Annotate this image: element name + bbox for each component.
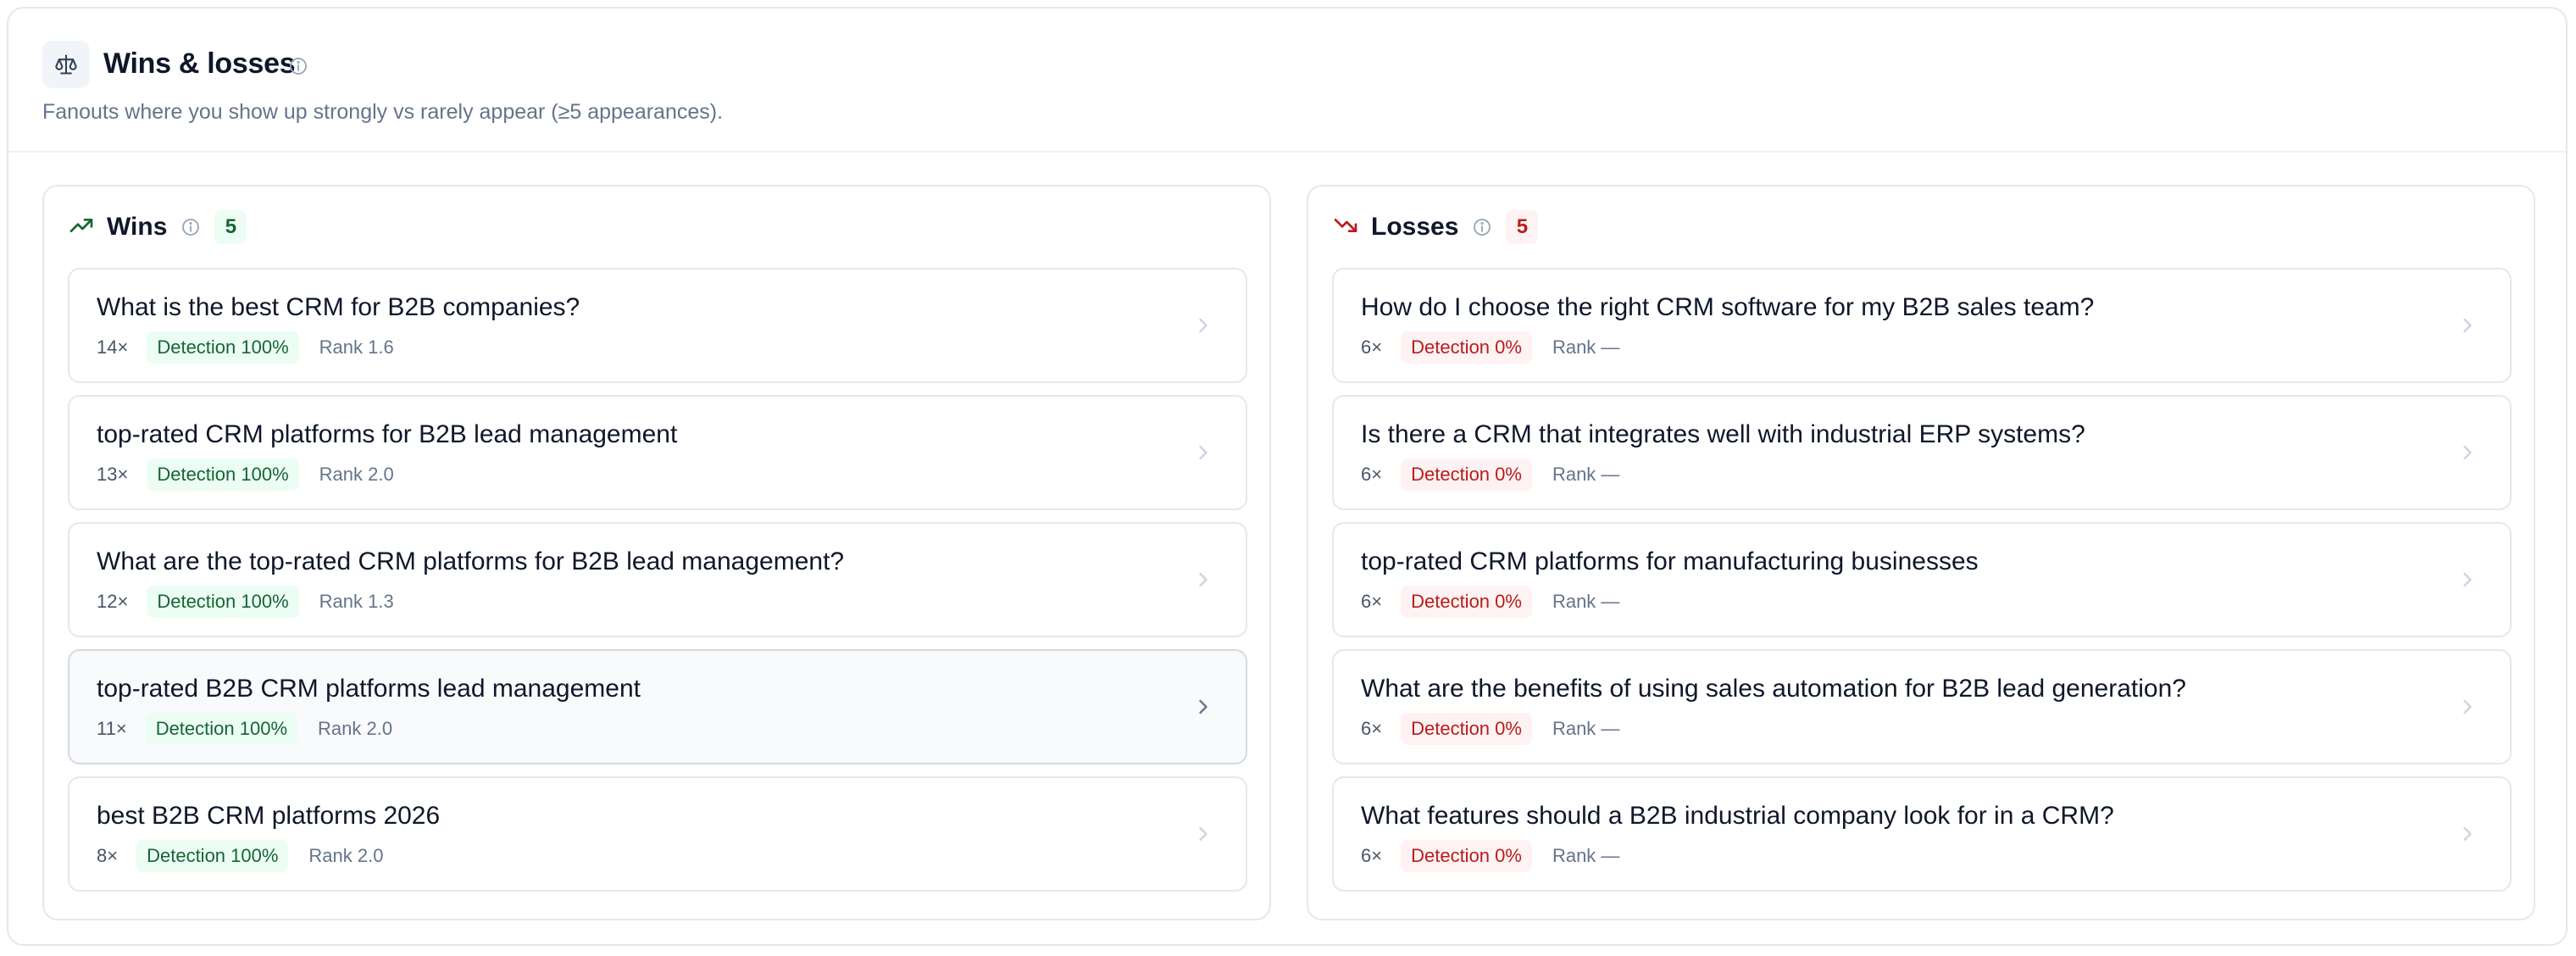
wins-panel-header: Wins 5 bbox=[68, 210, 247, 244]
rank-value: Rank — bbox=[1552, 845, 1620, 866]
fanout-question: top-rated CRM platforms for manufacturin… bbox=[1361, 547, 1979, 575]
item-meta: 14× Detection 100% Rank 1.6 bbox=[97, 331, 394, 364]
rank-value: Rank 2.0 bbox=[318, 718, 393, 739]
detection-badge: Detection 100% bbox=[147, 586, 299, 618]
item-meta: 11× Detection 100% Rank 2.0 bbox=[97, 712, 392, 746]
item-meta: 6× Detection 0% Rank — bbox=[1361, 712, 1619, 746]
appearance-count: 14× bbox=[97, 336, 129, 358]
wins-list-item[interactable]: best B2B CRM platforms 2026 8× Detection… bbox=[68, 776, 1247, 892]
losses-list-item[interactable]: Is there a CRM that integrates well with… bbox=[1332, 395, 2512, 510]
item-meta: 6× Detection 0% Rank — bbox=[1361, 839, 1619, 873]
scale-icon bbox=[42, 41, 90, 88]
detection-badge: Detection 0% bbox=[1401, 586, 1532, 618]
chevron-right-icon bbox=[1199, 572, 1208, 587]
chevron-right-icon bbox=[2463, 572, 2472, 587]
fanout-question: How do I choose the right CRM software f… bbox=[1361, 293, 2095, 321]
chevron-right-icon bbox=[1199, 318, 1208, 333]
appearance-count: 6× bbox=[1361, 845, 1383, 866]
losses-panel: Losses 5 How do I choose the right CRM s… bbox=[1307, 185, 2535, 920]
rank-value: Rank — bbox=[1552, 718, 1620, 739]
info-icon[interactable] bbox=[288, 56, 308, 81]
fanout-question: What features should a B2B industrial co… bbox=[1361, 802, 2114, 830]
appearance-count: 6× bbox=[1361, 464, 1383, 485]
rank-value: Rank 2.0 bbox=[319, 464, 394, 485]
wins-title: Wins bbox=[107, 213, 168, 241]
detection-badge: Detection 0% bbox=[1401, 459, 1532, 491]
item-meta: 12× Detection 100% Rank 1.3 bbox=[97, 585, 394, 619]
detection-badge: Detection 0% bbox=[1401, 840, 1532, 872]
wins-panel: Wins 5 What is the best CRM for B2B comp… bbox=[42, 185, 1271, 920]
chevron-right-icon bbox=[2463, 445, 2472, 460]
losses-panel-header: Losses 5 bbox=[1332, 210, 1539, 244]
appearance-count: 6× bbox=[1361, 591, 1383, 612]
wins-count-badge: 5 bbox=[214, 210, 247, 244]
info-icon[interactable] bbox=[1472, 217, 1492, 237]
detection-badge: Detection 100% bbox=[147, 459, 299, 491]
chevron-right-icon bbox=[1199, 699, 1208, 714]
fanout-question: top-rated CRM platforms for B2B lead man… bbox=[97, 420, 678, 448]
fanout-question: What are the top-rated CRM platforms for… bbox=[97, 547, 845, 575]
appearance-count: 13× bbox=[97, 464, 129, 485]
item-meta: 6× Detection 0% Rank — bbox=[1361, 331, 1619, 364]
item-meta: 8× Detection 100% Rank 2.0 bbox=[97, 839, 383, 873]
wins-list-item[interactable]: top-rated CRM platforms for B2B lead man… bbox=[68, 395, 1247, 510]
detection-badge: Detection 100% bbox=[136, 840, 289, 872]
page-title: Wins & losses bbox=[103, 47, 296, 80]
rank-value: Rank — bbox=[1552, 336, 1620, 358]
page-subtitle: Fanouts where you show up strongly vs ra… bbox=[42, 100, 724, 124]
chevron-right-icon bbox=[2463, 699, 2472, 714]
appearance-count: 12× bbox=[97, 591, 129, 612]
rank-value: Rank — bbox=[1552, 591, 1620, 612]
fanout-question: top-rated B2B CRM platforms lead managem… bbox=[97, 675, 641, 703]
chevron-right-icon bbox=[2463, 318, 2472, 333]
losses-title: Losses bbox=[1371, 213, 1459, 241]
appearance-count: 6× bbox=[1361, 718, 1383, 739]
item-meta: 13× Detection 100% Rank 2.0 bbox=[97, 458, 394, 492]
rank-value: Rank 1.3 bbox=[319, 591, 394, 612]
wins-losses-card: Wins & losses Fanouts where you show up … bbox=[7, 7, 2568, 946]
fanout-question: What is the best CRM for B2B companies? bbox=[97, 293, 580, 321]
fanout-question: best B2B CRM platforms 2026 bbox=[97, 802, 441, 830]
appearance-count: 11× bbox=[97, 718, 127, 739]
detection-badge: Detection 100% bbox=[145, 713, 298, 745]
trending-down-icon bbox=[1332, 212, 1359, 243]
detection-badge: Detection 0% bbox=[1401, 713, 1532, 745]
losses-list-item[interactable]: top-rated CRM platforms for manufacturin… bbox=[1332, 522, 2512, 637]
detection-badge: Detection 0% bbox=[1401, 331, 1532, 364]
chevron-right-icon bbox=[1199, 445, 1208, 460]
losses-list-item[interactable]: What are the benefits of using sales aut… bbox=[1332, 649, 2512, 764]
card-header: Wins & losses Fanouts where you show up … bbox=[8, 8, 2566, 153]
appearance-count: 8× bbox=[97, 845, 119, 866]
info-icon[interactable] bbox=[180, 217, 201, 237]
losses-list: How do I choose the right CRM software f… bbox=[1332, 268, 2512, 903]
losses-list-item[interactable]: What features should a B2B industrial co… bbox=[1332, 776, 2512, 892]
losses-list-item[interactable]: How do I choose the right CRM software f… bbox=[1332, 268, 2512, 383]
item-meta: 6× Detection 0% Rank — bbox=[1361, 458, 1619, 492]
fanout-question: What are the benefits of using sales aut… bbox=[1361, 675, 2186, 703]
appearance-count: 6× bbox=[1361, 336, 1383, 358]
rank-value: Rank 2.0 bbox=[308, 845, 384, 866]
wins-list-item[interactable]: What are the top-rated CRM platforms for… bbox=[68, 522, 1247, 637]
item-meta: 6× Detection 0% Rank — bbox=[1361, 585, 1619, 619]
detection-badge: Detection 100% bbox=[147, 331, 299, 364]
wins-list-item[interactable]: top-rated B2B CRM platforms lead managem… bbox=[68, 649, 1247, 764]
chevron-right-icon bbox=[1199, 826, 1208, 842]
trending-up-icon bbox=[68, 212, 95, 243]
losses-count-badge: 5 bbox=[1506, 210, 1539, 244]
wins-list: What is the best CRM for B2B companies? … bbox=[68, 268, 1247, 903]
fanout-question: Is there a CRM that integrates well with… bbox=[1361, 420, 2085, 448]
rank-value: Rank 1.6 bbox=[319, 336, 394, 358]
rank-value: Rank — bbox=[1552, 464, 1620, 485]
wins-list-item[interactable]: What is the best CRM for B2B companies? … bbox=[68, 268, 1247, 383]
chevron-right-icon bbox=[2463, 826, 2472, 842]
